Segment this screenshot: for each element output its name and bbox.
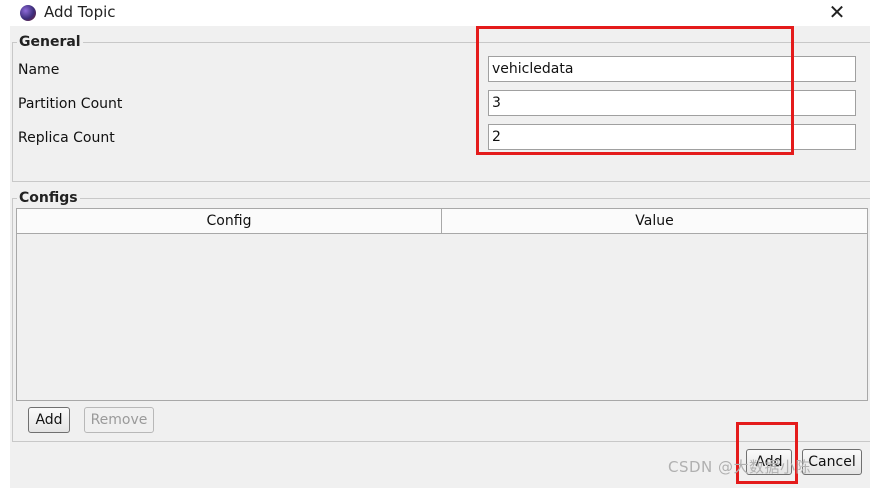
- window-title: Add Topic: [44, 3, 116, 21]
- remove-config-button[interactable]: Remove: [84, 407, 154, 433]
- replica-count-label: Replica Count: [18, 130, 115, 146]
- app-icon: [20, 5, 36, 21]
- value-column-header[interactable]: Value: [442, 209, 867, 234]
- add-config-button[interactable]: Add: [28, 407, 70, 433]
- config-column-header[interactable]: Config: [17, 209, 442, 234]
- general-legend: General: [19, 34, 81, 50]
- configs-legend: Configs: [19, 190, 78, 206]
- title-bar: Add Topic ✕: [0, 0, 870, 26]
- name-label: Name: [18, 62, 60, 78]
- highlight-box-general-fields: [476, 26, 794, 155]
- close-icon[interactable]: ✕: [812, 0, 862, 26]
- partition-count-label: Partition Count: [18, 96, 123, 112]
- watermark: CSDN @大数据小陈: [668, 458, 812, 476]
- configs-table[interactable]: Config Value: [16, 208, 868, 401]
